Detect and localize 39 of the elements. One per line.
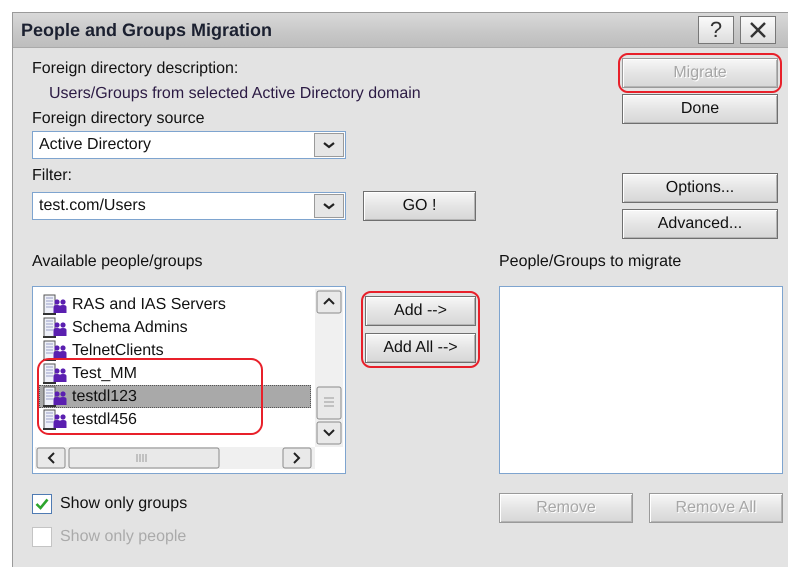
window-title: People and Groups Migration xyxy=(21,20,272,40)
group-icon xyxy=(42,340,68,362)
horizontal-scrollbar[interactable] xyxy=(35,447,315,469)
add-button[interactable]: Add All --> xyxy=(365,333,476,363)
list-label: People/Groups to migrate xyxy=(499,252,682,272)
group-icon xyxy=(42,408,68,430)
action-button[interactable]: Done xyxy=(622,94,778,124)
dropdown-value: test.com/Users xyxy=(39,197,146,215)
list-item[interactable]: testdl456 xyxy=(39,408,311,431)
filter-dropdown[interactable]: test.com/Users xyxy=(32,192,346,220)
close-icon xyxy=(749,21,767,39)
field-label: Filter: xyxy=(32,166,73,186)
list-item[interactable]: RAS and IAS Servers xyxy=(39,293,311,316)
list-label: Available people/groups xyxy=(32,252,204,272)
field-label: Foreign directory description: xyxy=(32,58,240,78)
list-item[interactable]: TelnetClients xyxy=(39,339,311,362)
group-icon xyxy=(42,386,68,408)
group-icon xyxy=(42,316,68,338)
checkbox-label: Show only groups xyxy=(60,495,188,513)
checkbox-label: Show only people xyxy=(60,528,186,546)
add-button[interactable]: Add --> xyxy=(365,296,476,326)
dropdown-value: Active Directory xyxy=(39,136,152,154)
list-item[interactable]: testdl123 xyxy=(39,385,311,408)
vertical-scrollbar[interactable] xyxy=(315,289,343,447)
group-icon xyxy=(42,362,68,384)
source-dropdown[interactable]: Active Directory xyxy=(32,131,346,159)
list-item[interactable]: Test_MM xyxy=(39,362,311,385)
group-icon xyxy=(42,294,68,316)
check-mark-icon xyxy=(35,498,49,510)
close-button[interactable] xyxy=(740,16,776,44)
list-item[interactable]: Schema Admins xyxy=(39,316,311,339)
list-box[interactable]: RAS and IAS Servers Schema Admins TelnetClients Test_MM testdl123 testdl456 xyxy=(32,286,346,474)
settings-button[interactable]: Advanced... xyxy=(622,209,778,239)
description-text: Users/Groups from selected Active Directory domain xyxy=(48,84,422,104)
go-button[interactable]: GO ! xyxy=(363,191,476,221)
checkbox[interactable] xyxy=(32,494,52,514)
help-button[interactable]: ? xyxy=(698,16,734,44)
field-label: Foreign directory source xyxy=(32,108,206,128)
settings-button[interactable]: Options... xyxy=(622,173,778,203)
